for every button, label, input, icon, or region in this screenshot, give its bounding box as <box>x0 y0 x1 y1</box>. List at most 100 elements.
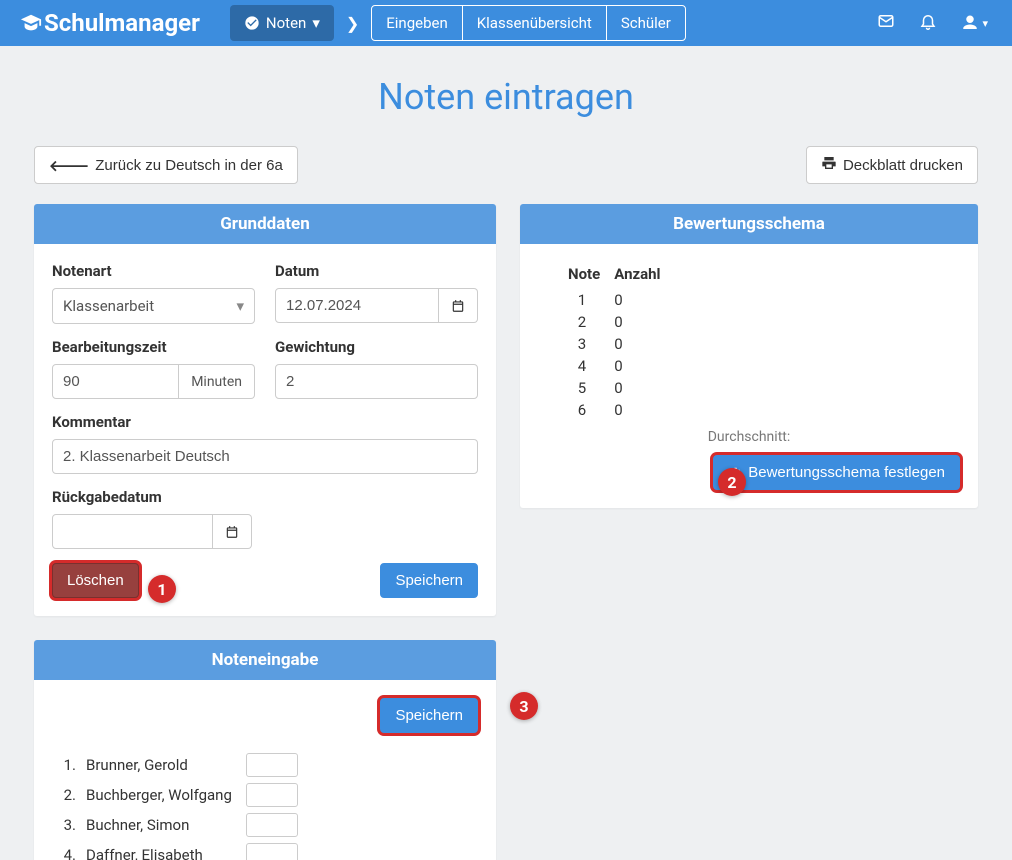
print-cover-label: Deckblatt drucken <box>843 157 963 174</box>
tab-eingeben[interactable]: Eingeben <box>372 6 463 40</box>
chevron-right-icon: ❯ <box>334 14 371 33</box>
schema-row-anzahl: 0 <box>614 311 674 333</box>
brand-logo[interactable]: Schulmanager <box>20 9 200 37</box>
gewichtung-label: Gewichtung <box>275 338 478 356</box>
schema-table: Note Anzahl 102030405060 <box>568 262 675 421</box>
schema-row-anzahl: 0 <box>614 399 674 421</box>
graduation-cap-icon <box>20 12 42 34</box>
panel-grunddaten: Grunddaten Notenart Klassenarbeit ▾ Datu… <box>34 204 496 616</box>
user-icon <box>961 14 979 32</box>
annotation-1: 1 <box>148 575 176 603</box>
schema-row-note: 1 <box>568 289 614 311</box>
back-button[interactable]: 🡐 Zurück zu Deutsch in der 6a <box>34 146 298 184</box>
schema-row-anzahl: 0 <box>614 289 674 311</box>
module-dropdown[interactable]: Noten ▾ <box>230 5 334 41</box>
notenart-select[interactable]: Klassenarbeit ▾ <box>52 288 255 324</box>
student-list: 1. Brunner, Gerold 2.Buchberger, Wolfgang 3… <box>52 753 478 860</box>
rueckgabe-label: Rückgabedatum <box>52 488 478 506</box>
student-name: Daffner, Elisabeth <box>86 846 236 860</box>
print-cover-button[interactable]: Deckblatt drucken <box>806 146 978 184</box>
module-dropdown-label: Noten <box>266 14 306 32</box>
mail-icon[interactable] <box>877 12 895 34</box>
student-name: Brunner, Gerold <box>86 756 236 774</box>
caret-down-icon: ▾ <box>312 14 320 32</box>
top-actions: 🡐 Zurück zu Deutsch in der 6a Deckblatt … <box>34 146 978 184</box>
schema-row: 30 <box>568 333 675 355</box>
bell-icon[interactable] <box>919 12 937 34</box>
student-grade-input[interactable] <box>246 843 298 860</box>
caret-down-icon: ▾ <box>236 297 244 315</box>
check-circle-icon <box>244 15 260 31</box>
nav-tabs: Eingeben Klassenübersicht Schüler <box>371 5 686 41</box>
student-grade-input[interactable] <box>246 753 298 777</box>
calendar-button[interactable] <box>439 288 478 323</box>
schema-row: 10 <box>568 289 675 311</box>
schema-row-note: 5 <box>568 377 614 399</box>
schema-row-anzahl: 0 <box>614 377 674 399</box>
bearbeitungszeit-label: Bearbeitungszeit <box>52 338 255 356</box>
datum-input[interactable] <box>275 288 439 323</box>
caret-down-icon: ▾ <box>982 17 988 30</box>
page-title: Noten eintragen <box>34 76 978 118</box>
arrow-left-icon: 🡐 <box>49 156 89 175</box>
panel-schema-header: Bewertungsschema <box>520 204 978 244</box>
schema-average-label: Durchschnitt: <box>538 429 960 445</box>
student-number: 1. <box>56 756 76 774</box>
panel-schema: Bewertungsschema Note Anzahl 10203040506… <box>520 204 978 508</box>
student-number: 3. <box>56 816 76 834</box>
panel-grunddaten-header: Grunddaten <box>34 204 496 244</box>
student-grade-input[interactable] <box>246 783 298 807</box>
set-schema-label: Bewertungsschema festlegen <box>748 464 945 481</box>
nav-right: ▾ <box>877 12 1012 34</box>
tab-klassenuebersicht[interactable]: Klassenübersicht <box>463 6 607 40</box>
calendar-button-2[interactable] <box>213 514 252 549</box>
student-name: Buchner, Simon <box>86 816 236 834</box>
schema-row: 20 <box>568 311 675 333</box>
student-row: 3. Buchner, Simon <box>52 813 478 837</box>
schema-row: 60 <box>568 399 675 421</box>
page-scroll[interactable]: Noten eintragen 🡐 Zurück zu Deutsch in d… <box>0 46 1012 860</box>
datum-label: Datum <box>275 262 478 280</box>
set-schema-button[interactable]: Bewertungsschema festlegen <box>713 455 960 490</box>
student-row: 2.Buchberger, Wolfgang <box>52 783 478 807</box>
panel-noteneingabe-header: Noteneingabe <box>34 640 496 680</box>
schema-row-note: 3 <box>568 333 614 355</box>
calendar-icon <box>451 299 465 313</box>
notenart-value: Klassenarbeit <box>63 297 154 315</box>
gewichtung-input[interactable] <box>275 364 478 399</box>
calendar-icon <box>225 525 239 539</box>
page-content: Noten eintragen 🡐 Zurück zu Deutsch in d… <box>0 46 1012 860</box>
kommentar-label: Kommentar <box>52 413 478 431</box>
schema-row-anzahl: 0 <box>614 355 674 377</box>
schema-row-anzahl: 0 <box>614 333 674 355</box>
notenart-label: Notenart <box>52 262 255 280</box>
schema-col-note: Note <box>568 262 614 289</box>
schema-row-note: 6 <box>568 399 614 421</box>
schema-row: 50 <box>568 377 675 399</box>
print-icon <box>821 155 837 175</box>
student-grade-input[interactable] <box>246 813 298 837</box>
schema-row-note: 4 <box>568 355 614 377</box>
student-number: 4. <box>56 846 76 860</box>
save-button-noteneingabe[interactable]: Speichern <box>380 698 478 733</box>
back-button-label: Zurück zu Deutsch in der 6a <box>95 157 283 174</box>
panel-noteneingabe: Noteneingabe Speichern 3 1.Brunner, Gero… <box>34 640 496 860</box>
navbar: Schulmanager Noten ▾ ❯ Eingeben Klassenü… <box>0 0 1012 46</box>
annotation-2: 2 <box>718 468 746 496</box>
bearbeitungszeit-input[interactable] <box>52 364 179 399</box>
tab-schueler[interactable]: Schüler <box>607 6 685 40</box>
brand-text: Schulmanager <box>44 9 200 37</box>
schema-row: 40 <box>568 355 675 377</box>
rueckgabe-input[interactable] <box>52 514 213 549</box>
schema-row-note: 2 <box>568 311 614 333</box>
student-row: 1. Brunner, Gerold <box>52 753 478 777</box>
user-menu[interactable]: ▾ <box>961 14 988 32</box>
delete-button[interactable]: Löschen <box>52 563 139 598</box>
schema-col-anzahl: Anzahl <box>614 262 674 289</box>
annotation-3: 3 <box>510 692 538 720</box>
save-button-grunddaten[interactable]: Speichern <box>380 563 478 598</box>
bearbeitungszeit-unit: Minuten <box>179 364 255 399</box>
student-name: Buchberger, Wolfgang <box>86 786 236 804</box>
kommentar-input[interactable] <box>52 439 478 474</box>
student-row: 4. Daffner, Elisabeth <box>52 843 478 860</box>
